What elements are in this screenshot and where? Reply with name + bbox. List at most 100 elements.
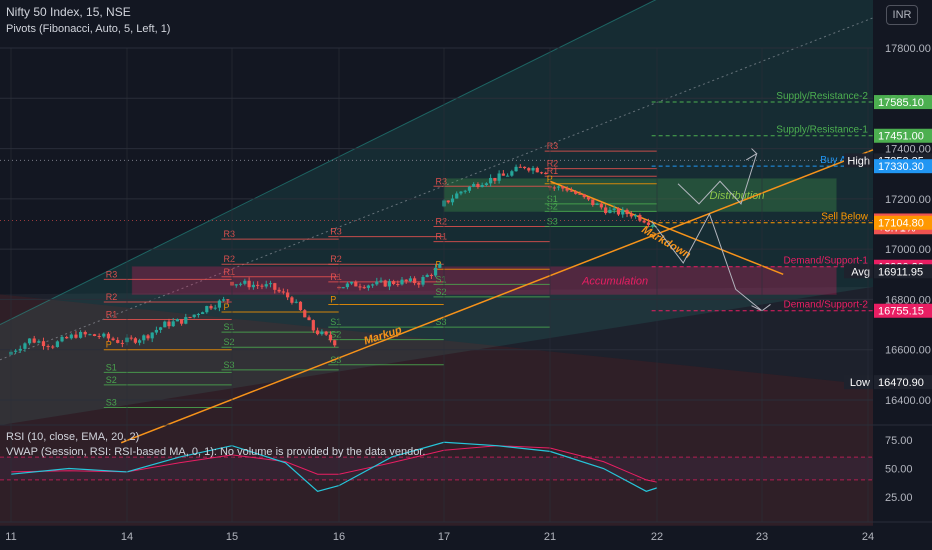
candle-body — [251, 284, 255, 288]
day-tick-label: 15 — [226, 531, 238, 543]
pivot-label-r1: R1 — [330, 272, 342, 282]
candle-body — [417, 283, 421, 285]
candle-body — [510, 171, 514, 176]
candle-body — [621, 209, 625, 215]
candle-body — [425, 274, 429, 277]
candle-body — [586, 197, 591, 200]
pivot-label-s2: S2 — [436, 287, 447, 297]
candle-body — [582, 194, 586, 198]
candle-body — [213, 307, 217, 309]
candle-body — [69, 334, 73, 339]
price-chart[interactable]: DistributionAccumulationR3R2R1PS1S2S3R3R… — [0, 0, 932, 550]
candle-body — [264, 284, 268, 287]
pivot-label-r2: R2 — [106, 292, 118, 302]
candle-body — [345, 283, 349, 288]
candle-body — [350, 281, 354, 284]
candle-body — [493, 177, 497, 181]
candle-body — [188, 317, 192, 319]
level-label: Supply/Resistance-2 — [776, 91, 868, 102]
price-tick-label: 16400.00 — [885, 395, 931, 407]
pivot-label-r3: R3 — [547, 141, 559, 151]
candle-body — [268, 283, 273, 285]
candle-body — [366, 285, 370, 288]
candle-body — [392, 281, 396, 285]
candle-body — [273, 283, 277, 290]
price-label-text: 17451.00 — [878, 131, 924, 143]
candle-body — [413, 278, 417, 284]
candle-body — [55, 341, 59, 348]
candle-body — [294, 301, 298, 303]
candle-body — [163, 321, 167, 328]
day-tick-label: 21 — [544, 531, 556, 543]
candle-body — [646, 222, 651, 225]
rsi-tick-label: 75.00 — [885, 435, 913, 447]
candle-body — [116, 340, 120, 343]
candle-body — [565, 188, 569, 191]
pivot-label-r3: R3 — [106, 269, 118, 279]
day-tick-label: 14 — [121, 531, 133, 543]
candle-body — [201, 312, 205, 315]
day-tick-label: 11 — [5, 531, 16, 543]
candle-body — [32, 338, 36, 343]
candle-body — [27, 338, 32, 344]
candle-body — [591, 199, 595, 206]
candle-body — [527, 168, 531, 171]
price-label-text: 16911.95 — [878, 266, 923, 278]
candle-body — [88, 334, 92, 336]
price-tick-label: 17200.00 — [885, 194, 931, 206]
candle-body — [171, 321, 175, 327]
price-tick-label: 17800.00 — [885, 43, 931, 55]
candle-body — [463, 190, 467, 192]
candle-body — [608, 209, 612, 214]
price-label-text: 17104.80 — [878, 218, 924, 230]
candle-body — [290, 297, 294, 303]
currency-button[interactable]: INR — [886, 5, 918, 25]
candle-body — [518, 166, 522, 168]
accumulation-zone — [131, 266, 837, 295]
candle-body — [51, 346, 55, 348]
candle-body — [146, 335, 150, 339]
price-label-text: 17330.30 — [878, 161, 924, 173]
candle-body — [238, 283, 243, 285]
candle-body — [106, 333, 111, 339]
side-tag-avg: Avg — [851, 266, 870, 278]
candle-body — [535, 167, 539, 173]
candle-body — [46, 346, 50, 348]
pivot-label-r3: R3 — [436, 176, 448, 186]
candle-body — [247, 280, 251, 288]
candle-body — [429, 274, 433, 276]
candle-body — [501, 173, 505, 176]
side-tag-low: Low — [850, 377, 870, 389]
rsi-tick-label: 25.00 — [885, 492, 913, 504]
candle-body — [438, 263, 442, 268]
candle-body — [138, 340, 142, 343]
candle-body — [651, 224, 655, 226]
pivot-label-r3: R3 — [330, 227, 342, 237]
candle-body — [358, 286, 362, 288]
candle-body — [102, 333, 106, 337]
candle-body — [23, 343, 27, 349]
candle-body — [539, 172, 544, 174]
level-label: Sell Below — [821, 212, 868, 223]
candle-body — [196, 314, 200, 316]
pivot-label-s3: S3 — [106, 398, 117, 408]
candle-body — [561, 186, 565, 189]
candle-body — [234, 284, 238, 286]
candle-body — [180, 319, 184, 324]
candle-body — [175, 319, 179, 322]
pivot-label-r2: R2 — [436, 217, 448, 227]
pivot-label-p: P — [330, 294, 336, 304]
candle-body — [60, 336, 64, 342]
candle-body — [434, 267, 438, 276]
pivot-label-s3: S3 — [547, 217, 558, 227]
candle-body — [552, 187, 556, 189]
candle-body — [497, 173, 501, 181]
candle-body — [634, 215, 638, 217]
candle-body — [286, 292, 290, 298]
candle-body — [133, 338, 137, 343]
candle-body — [79, 331, 83, 338]
day-tick-label: 23 — [756, 531, 768, 543]
candle-body — [404, 279, 408, 282]
pivot-label-s1: S1 — [436, 274, 447, 284]
price-label-text: 17585.10 — [878, 97, 924, 109]
